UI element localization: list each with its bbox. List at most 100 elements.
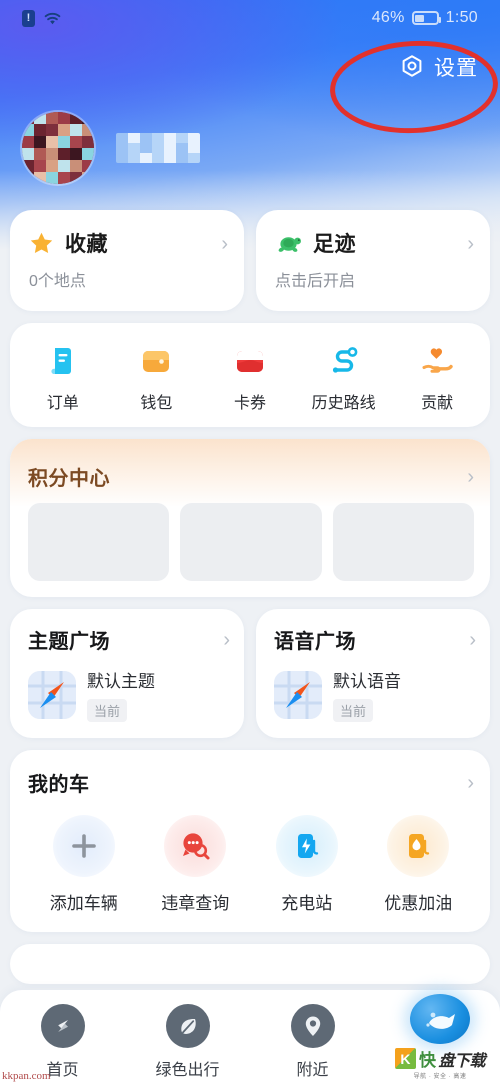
- service-label: 钱包: [140, 395, 173, 412]
- status-bar-left: !: [22, 9, 62, 27]
- my-car-grid: 添加车辆 违章查询 充电站 优惠加油: [28, 815, 474, 914]
- tab-home[interactable]: 首页: [0, 1004, 125, 1080]
- chevron-right-icon: ›: [469, 628, 476, 651]
- car-item-label: 优惠加油: [384, 894, 453, 913]
- chevron-right-icon: ›: [223, 628, 230, 651]
- favorites-header: 收藏: [28, 228, 228, 258]
- watermark-k-icon: K: [394, 1048, 416, 1069]
- avatar[interactable]: [22, 112, 94, 184]
- tab-label: 附近: [296, 1062, 329, 1079]
- wallet-icon: [143, 351, 170, 372]
- chevron-right-icon: ›: [467, 233, 474, 255]
- watermark-subtitle: 导航 · 安全 · 高速: [413, 1074, 467, 1080]
- plus-icon: [52, 815, 115, 877]
- service-label: 贡献: [421, 395, 454, 412]
- clock-label: 1:50: [445, 9, 478, 26]
- my-car-title: 我的车: [28, 774, 90, 796]
- points-center-card[interactable]: 积分中心 ›: [10, 439, 490, 597]
- chevron-right-icon: ›: [467, 465, 474, 488]
- hand-heart-icon: [422, 348, 453, 373]
- violation-search-icon: [164, 815, 227, 877]
- favorites-title: 收藏: [65, 233, 108, 256]
- footprints-title: 足迹: [313, 233, 356, 256]
- wifi-icon: [44, 12, 61, 24]
- theme-plaza-title: 主题广场: [28, 631, 110, 653]
- tab-nearby[interactable]: 附近: [250, 1004, 375, 1080]
- service-item-coupon[interactable]: 卡券: [203, 343, 297, 413]
- plaza-row: 主题广场 › 默认主题 当前 语音广场 › 默认语音 当前: [10, 609, 490, 738]
- voice-plaza-text: 默认语音 当前: [333, 667, 401, 722]
- service-item-order[interactable]: 订单: [16, 343, 110, 413]
- theme-current-badge: 当前: [87, 699, 128, 722]
- voice-plaza-body: 默认语音 当前: [274, 667, 476, 722]
- next-card-partial: [10, 944, 490, 984]
- voice-plaza-card[interactable]: 语音广场 › 默认语音 当前: [256, 609, 490, 738]
- settings-button[interactable]: 设置: [399, 52, 478, 82]
- points-center-title: 积分中心: [28, 468, 110, 490]
- watermark-brand-2: 盘下载: [438, 1052, 485, 1070]
- map-compass-icon: [274, 670, 322, 719]
- scroll-content: 收藏 0个地点 › 足迹 点击后开启 › 订单 钱包 卡券 历史路线 贡献 积分…: [0, 210, 500, 996]
- compass-icon: [40, 1004, 85, 1048]
- voice-current-name: 默认语音: [333, 672, 401, 691]
- footprints-card[interactable]: 足迹 点击后开启 ›: [256, 210, 490, 311]
- map-compass-icon: [28, 670, 76, 719]
- route-history-icon: [332, 347, 357, 373]
- battery-icon: [411, 11, 441, 25]
- battery-percent-label: 46%: [371, 9, 405, 26]
- location-pin-icon: [290, 1004, 335, 1048]
- quick-cards-row: 收藏 0个地点 › 足迹 点击后开启 ›: [10, 210, 490, 311]
- favorites-subtitle: 0个地点: [29, 273, 86, 290]
- points-placeholder: [180, 503, 322, 581]
- service-grid: 订单 钱包 卡券 历史路线 贡献: [10, 323, 490, 427]
- leaf-icon: [165, 1004, 210, 1048]
- tab-green-travel[interactable]: 绿色出行: [125, 1004, 250, 1080]
- status-bar-right: 46% 1:50: [372, 9, 478, 27]
- my-car-card: 我的车 › 添加车辆 违章查询 充电站 优惠加油: [10, 750, 490, 932]
- theme-plaza-text: 默认主题 当前: [87, 667, 155, 722]
- chevron-right-icon: ›: [467, 771, 474, 794]
- footprints-header: 足迹: [274, 228, 474, 258]
- points-placeholder: [332, 503, 474, 581]
- points-placeholder: [28, 503, 170, 581]
- charging-station-icon: [275, 815, 338, 877]
- fuel-pump-icon: [387, 815, 450, 877]
- profile-header[interactable]: [22, 112, 200, 184]
- order-document-icon: [51, 348, 71, 374]
- car-item-charging-station[interactable]: 充电站: [251, 815, 363, 914]
- car-item-label: 违章查询: [161, 894, 230, 913]
- turtle-icon: [278, 236, 301, 252]
- username-mosaic: [116, 133, 200, 163]
- theme-plaza-card[interactable]: 主题广场 › 默认主题 当前: [10, 609, 244, 738]
- status-bar: ! 46% 1:50: [0, 0, 500, 36]
- service-item-wallet[interactable]: 钱包: [110, 343, 204, 413]
- watermark: K 快 盘下载 导航 · 安全 · 高速: [388, 994, 492, 1080]
- points-center-header: 积分中心 ›: [10, 439, 490, 497]
- gear-icon: [402, 55, 422, 77]
- theme-plaza-body: 默认主题 当前: [28, 667, 230, 722]
- watermark-logo: K 快 盘下载: [394, 1046, 485, 1071]
- car-item-add-vehicle[interactable]: 添加车辆: [28, 815, 140, 914]
- footprints-subtitle: 点击后开启: [275, 273, 356, 290]
- chevron-right-icon: ›: [221, 233, 228, 255]
- voice-plaza-title: 语音广场: [274, 631, 356, 653]
- watermark-url: kkpan.com: [2, 1070, 51, 1082]
- my-car-header[interactable]: 我的车 ›: [28, 768, 474, 797]
- theme-current-name: 默认主题: [87, 672, 155, 691]
- avatar-mosaic: [22, 112, 94, 184]
- car-item-violation-query[interactable]: 违章查询: [140, 815, 252, 914]
- voice-current-badge: 当前: [333, 699, 374, 722]
- watermark-avatar-icon: [410, 994, 470, 1044]
- favorites-card[interactable]: 收藏 0个地点 ›: [10, 210, 244, 311]
- tab-label: 首页: [46, 1062, 79, 1079]
- star-icon: [30, 232, 53, 253]
- service-label: 卡券: [233, 395, 266, 412]
- theme-plaza-header: 主题广场 ›: [28, 625, 230, 654]
- car-item-label: 充电站: [281, 894, 333, 913]
- voice-plaza-header: 语音广场 ›: [274, 625, 476, 654]
- service-item-route-history[interactable]: 历史路线: [297, 343, 391, 413]
- points-placeholder-row: [10, 497, 490, 581]
- car-item-fuel-discount[interactable]: 优惠加油: [363, 815, 475, 914]
- service-label: 历史路线: [311, 395, 376, 412]
- service-item-contribution[interactable]: 贡献: [390, 343, 484, 413]
